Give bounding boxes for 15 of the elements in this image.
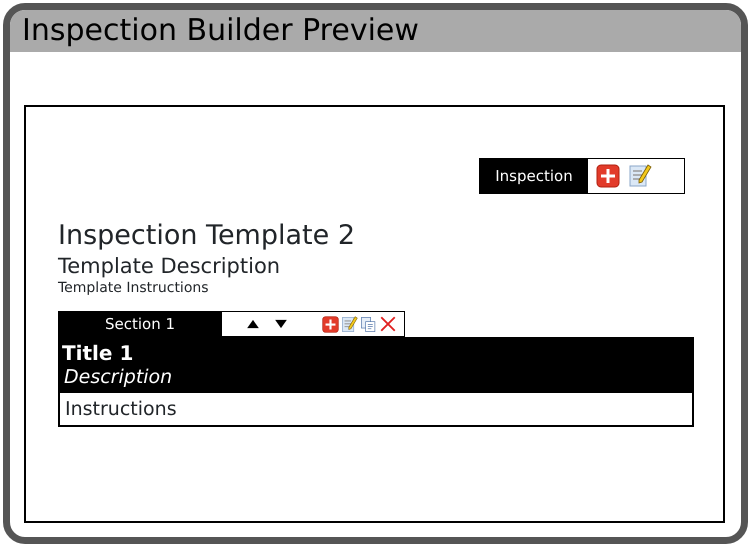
- template-description: Template Description: [58, 253, 282, 279]
- add-icon[interactable]: [322, 316, 339, 332]
- section-title: Title 1: [62, 341, 134, 365]
- inspection-label: Inspection: [480, 159, 588, 193]
- add-icon[interactable]: [596, 164, 620, 188]
- section-tab[interactable]: Section 1: [58, 311, 222, 337]
- delete-icon[interactable]: [379, 315, 397, 333]
- window-title: Inspection Builder Preview: [10, 10, 741, 52]
- edit-icon[interactable]: [628, 164, 652, 188]
- copy-icon[interactable]: [360, 316, 377, 332]
- edit-icon[interactable]: [341, 316, 358, 332]
- section-instructions: Instructions: [58, 393, 694, 427]
- template-title: Inspection Template 2: [58, 219, 356, 253]
- section-description: Description: [63, 365, 174, 389]
- template-instructions: Template Instructions: [58, 279, 210, 297]
